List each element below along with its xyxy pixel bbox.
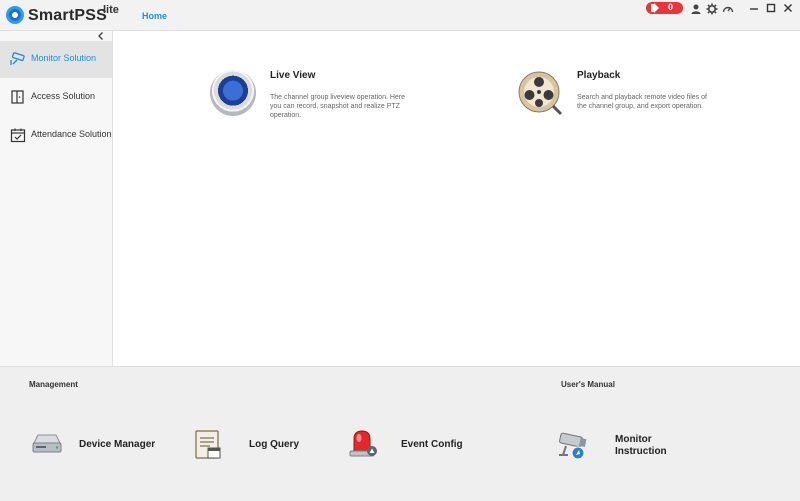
device-manager-button[interactable]: Device Manager xyxy=(30,427,160,463)
tool-label: Event Config xyxy=(401,439,463,450)
sidebar-item-attendance-solution[interactable]: Attendance Solution xyxy=(0,117,112,154)
management-title: Management xyxy=(29,380,78,389)
app-suffix: lite xyxy=(103,4,119,16)
close-button[interactable] xyxy=(781,2,795,15)
alarm-badge[interactable]: 0 xyxy=(646,2,683,14)
user-icon[interactable] xyxy=(690,3,702,15)
calendar-check-icon xyxy=(10,127,26,143)
log-icon xyxy=(193,427,227,461)
app-logo-icon xyxy=(6,6,24,24)
tab-home[interactable]: Home xyxy=(142,11,167,21)
manual-label-line2: Instruction xyxy=(615,446,667,457)
feature-title: Playback xyxy=(577,70,621,81)
sidebar: Monitor Solution Access Solution Attenda… xyxy=(0,31,113,366)
users-manual-title: User's Manual xyxy=(561,380,615,389)
sidebar-item-label: Access Solution xyxy=(31,91,96,101)
app-name: SmartPSS xyxy=(28,7,107,24)
alarm-count: 0 xyxy=(668,2,674,12)
management-bar: Management User's Manual Device Manager … xyxy=(0,366,800,501)
camera-icon xyxy=(10,51,26,67)
feature-playback[interactable]: Playback Search and playback remote vide… xyxy=(517,70,747,120)
maximize-button[interactable] xyxy=(764,2,778,15)
log-query-button[interactable]: Log Query xyxy=(193,427,303,463)
tool-label: Device Manager xyxy=(79,439,156,450)
sidebar-item-label: Monitor Solution xyxy=(31,53,97,63)
sidebar-item-label: Attendance Solution xyxy=(31,129,112,139)
manual-label-line1: Monitor xyxy=(615,434,652,445)
alarm-light-icon xyxy=(346,427,380,461)
live-view-icon xyxy=(210,70,256,116)
monitor-instruction-button[interactable]: Monitor Instruction xyxy=(556,427,676,467)
cctv-camera-icon xyxy=(556,427,590,461)
event-config-button[interactable]: Event Config xyxy=(346,427,466,463)
performance-icon[interactable] xyxy=(722,3,734,15)
minimize-button[interactable] xyxy=(747,2,761,15)
door-icon xyxy=(10,89,26,105)
sidebar-item-monitor-solution[interactable]: Monitor Solution xyxy=(0,41,112,78)
tool-label: Log Query xyxy=(249,439,300,450)
title-bar: SmartPSS lite Home 0 xyxy=(0,0,800,31)
sidebar-item-access-solution[interactable]: Access Solution xyxy=(0,79,112,116)
feature-description: Search and playback remote video files o… xyxy=(577,94,707,110)
feature-description: The channel group liveview operation. He… xyxy=(270,94,406,119)
feature-live-view[interactable]: Live View The channel group liveview ope… xyxy=(210,70,430,120)
speaker-icon xyxy=(651,3,659,13)
settings-icon[interactable] xyxy=(706,3,718,15)
feature-title: Live View xyxy=(270,70,316,81)
device-icon xyxy=(30,427,64,461)
film-reel-icon xyxy=(517,70,563,116)
